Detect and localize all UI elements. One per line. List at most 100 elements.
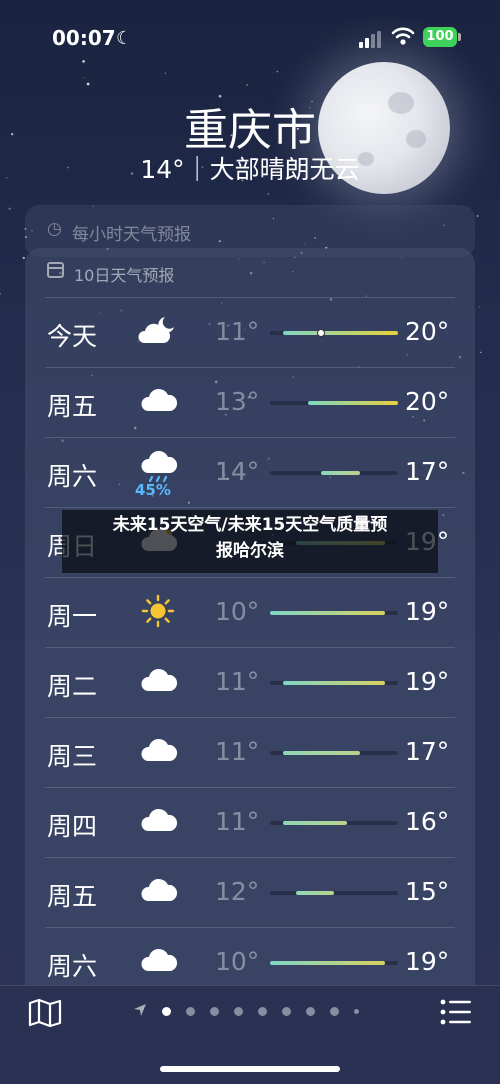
temp-range-fill — [308, 401, 398, 405]
forecast-day: 周四 — [47, 812, 98, 841]
temp-range-bar — [270, 751, 398, 755]
city-name: 重庆市 — [184, 105, 316, 156]
temp-range-bar — [270, 961, 398, 965]
cloud-icon — [138, 801, 178, 841]
forecast-high: 15° — [405, 877, 450, 906]
hourly-forecast-label: 每小时天气预报 — [72, 225, 191, 245]
cloud-icon — [138, 661, 178, 701]
cloud-icon — [138, 871, 178, 911]
ten-day-forecast-label: 10日天气预报 — [74, 266, 175, 285]
temp-range-fill — [270, 961, 386, 965]
page-dot[interactable] — [186, 1007, 195, 1016]
temp-range-bar — [270, 611, 398, 615]
forecast-row: 周二 11° 19° — [25, 647, 475, 717]
temp-range-fill — [295, 891, 334, 895]
current-conditions: 14°｜大部晴朗无云 — [140, 155, 360, 184]
article-title-line-2: 报哈尔滨 — [216, 541, 284, 561]
forecast-row: 周五 12° 15° — [25, 857, 475, 927]
row-divider — [45, 787, 455, 788]
row-divider — [45, 367, 455, 368]
forecast-low: 11° — [215, 737, 260, 766]
list-icon[interactable] — [440, 999, 472, 1025]
forecast-row: 周四 11° 16° — [25, 787, 475, 857]
forecast-low: 11° — [215, 317, 260, 346]
forecast-day: 周二 — [47, 672, 98, 701]
row-divider — [45, 437, 455, 438]
row-divider — [45, 717, 455, 718]
forecast-high: 16° — [405, 807, 450, 836]
row-divider — [45, 577, 455, 578]
sun-icon — [138, 591, 178, 631]
temp-range-bar — [270, 401, 398, 405]
current-temp-marker — [317, 329, 326, 337]
temp-range-bar — [270, 681, 398, 685]
forecast-high: 19° — [405, 947, 450, 976]
forecast-row: 今天 11° 20° — [25, 297, 475, 367]
status-time: 00:07 — [52, 26, 116, 50]
cloud-icon — [138, 731, 178, 771]
temp-range-fill — [282, 681, 386, 685]
page-dot[interactable] — [282, 1007, 291, 1016]
temp-range-bar — [270, 329, 398, 337]
temp-range-bar — [270, 821, 398, 825]
forecast-high: 19° — [405, 667, 450, 696]
page-dot[interactable] — [210, 1007, 219, 1016]
wifi-icon — [391, 27, 415, 45]
forecast-high: 20° — [405, 387, 450, 416]
row-divider — [45, 927, 455, 928]
temp-range-bar — [270, 471, 398, 475]
forecast-day: 周三 — [47, 742, 98, 771]
battery-indicator: 100 — [423, 27, 457, 47]
forecast-high: 20° — [405, 317, 450, 346]
cloud-moon-icon — [138, 311, 178, 351]
page-dot[interactable] — [234, 1007, 243, 1016]
page-dot[interactable] — [258, 1007, 267, 1016]
focus-moon-icon: ☾ — [116, 28, 133, 49]
temp-range-fill — [282, 331, 398, 335]
article-title[interactable]: 未来15天空气/未来15天空气质量预 报哈尔滨 — [62, 512, 438, 564]
forecast-high: 17° — [405, 737, 450, 766]
forecast-row: 周六 45% 14° 17° — [25, 437, 475, 507]
forecast-high: 17° — [405, 457, 450, 486]
precip-chance: 45% — [135, 481, 171, 499]
calendar-icon — [47, 262, 64, 278]
status-bar: 00:07 ☾ 100 — [0, 0, 500, 76]
battery-tip — [458, 33, 461, 41]
page-dot[interactable] — [330, 1007, 339, 1016]
row-divider — [45, 647, 455, 648]
temp-range-fill — [282, 821, 347, 825]
clock-icon: ◷ — [47, 219, 62, 239]
forecast-day: 周六 — [47, 952, 98, 981]
forecast-low: 13° — [215, 387, 260, 416]
row-divider — [45, 507, 455, 508]
forecast-low: 10° — [215, 597, 260, 626]
forecast-high: 19° — [405, 597, 450, 626]
row-divider — [45, 297, 455, 298]
page-dot[interactable] — [354, 1009, 359, 1014]
home-indicator — [160, 1066, 340, 1072]
cloud-icon — [138, 381, 178, 421]
forecast-row: 周一 10° 19° — [25, 577, 475, 647]
cloud-icon — [138, 941, 178, 981]
forecast-day: 周五 — [47, 392, 98, 421]
cellular-signal-icon — [359, 29, 383, 48]
page-dot[interactable] — [162, 1007, 171, 1016]
page-dot[interactable] — [306, 1007, 315, 1016]
forecast-row: 周五 13° 20° — [25, 367, 475, 437]
article-title-line-1: 未来15天空气/未来15天空气质量预 — [112, 515, 388, 535]
temp-range-bar — [270, 891, 398, 895]
forecast-low: 14° — [215, 457, 260, 486]
forecast-day: 周一 — [47, 602, 98, 631]
temp-range-fill — [270, 611, 386, 615]
forecast-low: 12° — [215, 877, 260, 906]
temp-range-fill — [282, 751, 360, 755]
temp-range-fill — [321, 471, 360, 475]
forecast-low: 11° — [215, 667, 260, 696]
forecast-day: 周五 — [47, 882, 98, 911]
current-location-icon — [134, 1004, 146, 1016]
forecast-low: 10° — [215, 947, 260, 976]
forecast-low: 11° — [215, 807, 260, 836]
forecast-row: 周三 11° 17° — [25, 717, 475, 787]
map-icon[interactable] — [28, 998, 62, 1028]
forecast-day: 今天 — [47, 322, 98, 351]
